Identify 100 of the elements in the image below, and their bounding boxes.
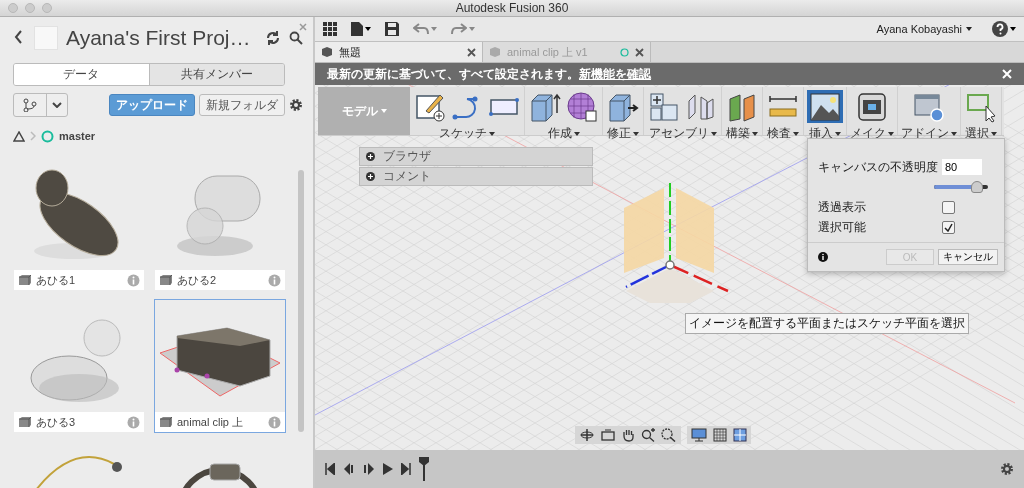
cube-icon [489, 46, 501, 58]
ribbon-menu[interactable]: スケッチ [439, 125, 495, 142]
info-icon [127, 273, 140, 287]
file-card[interactable]: あひる1 [13, 157, 145, 291]
planes-icon [726, 91, 758, 123]
update-notice: 最新の更新に基づいて、すべて設定されます。新機能を確認 [327, 65, 651, 83]
search-icon [289, 31, 303, 45]
first-icon [325, 463, 335, 475]
branch-circle-icon [41, 129, 54, 143]
file-name: あひる3 [36, 414, 77, 430]
tooltip: イメージを配置する平面またはスケッチ平面を選択 [685, 313, 969, 334]
document-tab[interactable]: 無題 [315, 42, 483, 62]
window-title: Autodesk Fusion 360 [455, 1, 569, 15]
picture-icon [809, 91, 841, 123]
close-icon [1002, 68, 1012, 79]
select-box-icon [965, 91, 997, 123]
browser-panel[interactable]: ブラウザ [359, 147, 593, 166]
apps-grid-icon [323, 22, 337, 36]
file-name: あひる1 [36, 272, 77, 288]
chevron-right-icon [30, 131, 36, 141]
help-icon [992, 21, 1008, 37]
document-icon [351, 22, 363, 36]
cube-icon [321, 46, 333, 58]
user-menu[interactable]: Ayana Kobayashi [870, 22, 978, 36]
close-icon [467, 47, 476, 57]
part-icon [159, 416, 173, 428]
panel-tab[interactable]: 共有メンバー [148, 64, 284, 85]
new-folder-button[interactable]: 新規フォルダ [199, 94, 285, 116]
opacity-input[interactable]: 80 [942, 159, 982, 175]
help-button[interactable] [992, 21, 1016, 37]
ribbon-menu[interactable]: 作成 [547, 125, 580, 142]
timeline-marker-icon [419, 457, 429, 481]
display-icon [691, 428, 707, 442]
scrollbar[interactable] [298, 170, 304, 432]
info-icon [268, 273, 281, 287]
option-label: 選択可能 [818, 218, 867, 236]
zoom-icon [641, 428, 655, 442]
printer-icon [856, 91, 888, 123]
branch-dropdown[interactable] [13, 93, 68, 117]
part-icon [18, 416, 32, 428]
save-button[interactable] [385, 22, 399, 36]
look-at-icon [601, 429, 615, 441]
last-icon [401, 463, 411, 475]
settings-icon [1000, 462, 1014, 476]
step-forward-icon [363, 463, 375, 475]
part-icon [18, 274, 32, 286]
redo-button[interactable] [451, 23, 475, 35]
panel-label: ブラウザ [383, 148, 431, 165]
file-card[interactable]: あひる2 [154, 157, 286, 291]
redo-icon [451, 23, 467, 35]
browser-panel[interactable]: コメント [359, 167, 593, 186]
box-arrow-icon [529, 91, 561, 123]
info-icon [268, 415, 281, 429]
settings-icon [289, 98, 303, 112]
part-icon [159, 274, 173, 286]
checkbox[interactable] [942, 220, 955, 234]
undo-button[interactable] [413, 23, 437, 35]
plus-circle-icon [366, 152, 375, 161]
ribbon-menu[interactable]: 検査 [767, 125, 799, 142]
opacity-label: キャンバスの不透明度 [818, 158, 939, 176]
tab-label: 無題 [339, 44, 362, 60]
whats-new-link[interactable]: 新機能を確認 [579, 66, 651, 81]
ribbon-menu[interactable]: 構築 [726, 125, 758, 142]
option-label: 透過表示 [818, 198, 867, 216]
file-name: あひる2 [177, 272, 218, 288]
branch-icon [23, 98, 37, 112]
mesh-cube-icon [566, 91, 598, 123]
refresh-icon [265, 30, 281, 46]
orbit-icon [579, 428, 595, 442]
hub-icon [13, 130, 25, 142]
step-back-icon [343, 463, 355, 475]
plus-circle-icon [366, 172, 375, 181]
close-icon [299, 23, 307, 31]
ribbon-menu[interactable]: アセンブリ [648, 125, 717, 142]
undo-icon [413, 23, 429, 35]
viewports-icon [733, 428, 747, 442]
panel-label: コメント [383, 168, 431, 185]
info-icon [127, 415, 140, 429]
panel-tab[interactable]: データ [14, 64, 149, 85]
file-card[interactable]: animal clip 上 [154, 299, 286, 433]
tab-label: animal clip 上 v1 [507, 44, 589, 60]
pan-hand-icon [621, 428, 635, 442]
blocks-icon [648, 91, 680, 123]
checkbox[interactable] [942, 200, 955, 214]
play-icon [383, 463, 393, 475]
chevron-down-icon [52, 102, 62, 108]
ribbon-menu[interactable]: 修正 [607, 125, 639, 142]
file-name: animal clip 上 [177, 414, 245, 430]
project-title: Ayana's First Proj… [66, 26, 252, 50]
zoom-window-icon [661, 428, 677, 442]
window-gear-icon [913, 91, 945, 123]
cancel-button[interactable]: キャンセル [938, 249, 998, 265]
file-menu-button[interactable] [351, 22, 371, 36]
close-icon [635, 47, 644, 57]
branch-name: master [59, 130, 96, 142]
file-card[interactable]: あひる3 [13, 299, 145, 433]
save-icon [385, 22, 399, 36]
chevron-left-icon [14, 29, 22, 44]
push-box-icon [607, 91, 639, 123]
info-icon [818, 252, 828, 262]
